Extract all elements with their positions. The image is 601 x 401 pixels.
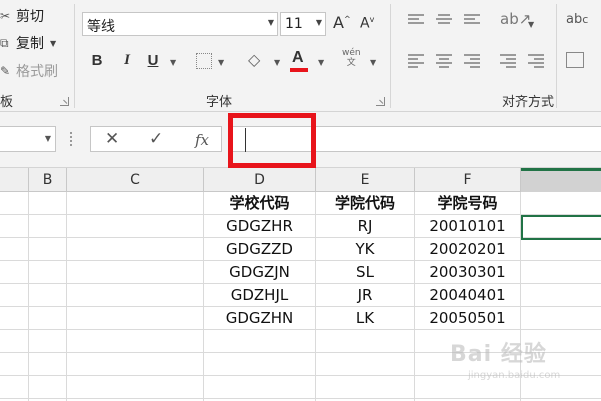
cut-label: 剪切 <box>16 9 44 25</box>
table-cell[interactable]: 20040401 <box>415 284 520 307</box>
decrease-indent-icon[interactable] <box>500 54 516 68</box>
annotation-highlight-box <box>228 113 316 168</box>
clipboard-launcher-icon[interactable] <box>60 97 69 106</box>
font-size-value: 11 <box>285 16 303 32</box>
font-group-label: 字体 <box>206 95 233 110</box>
column-header-b[interactable]: B <box>29 168 67 192</box>
phonetic-label: wén <box>342 48 361 58</box>
font-size-combo[interactable]: 11 ▼ <box>280 12 326 36</box>
align-top-icon[interactable] <box>408 14 424 28</box>
font-name-value: 等线 <box>87 19 115 35</box>
phonetic-button[interactable]: wén 文 <box>342 48 361 68</box>
align-bottom-icon[interactable] <box>464 14 480 28</box>
align-middle-icon[interactable] <box>436 14 452 28</box>
chevron-down-icon[interactable]: ▼ <box>274 58 280 67</box>
paintbrush-icon: ✎ <box>0 64 11 78</box>
column-header-f[interactable]: F <box>415 168 521 192</box>
chevron-down-icon[interactable]: ▼ <box>218 58 224 67</box>
table-cell[interactable]: 20010101 <box>415 215 520 238</box>
formula-buttons: ✕ ✓ fx <box>90 126 222 152</box>
group-divider <box>556 4 557 108</box>
table-cell[interactable]: RJ <box>316 215 414 238</box>
chevron-down-icon[interactable]: ▼ <box>370 58 376 67</box>
watermark-subtext: jingyan.baidu.com <box>468 370 561 381</box>
grid-line <box>0 398 601 399</box>
ribbon: ✂ 剪切 ⧉ 复制 ▼ ✎ 格式刷 板 等线 ▼ 11 ▼ A^ Av B I … <box>0 0 601 112</box>
align-right-icon[interactable] <box>464 54 480 68</box>
wrap-text-label: ab <box>566 12 583 27</box>
table-cell[interactable]: SL <box>316 261 414 284</box>
chevron-down-icon[interactable]: ▼ <box>316 18 322 27</box>
grid-line <box>28 192 29 401</box>
table-header-cell[interactable]: 学院号码 <box>415 192 520 215</box>
underline-button[interactable]: U <box>146 52 160 69</box>
borders-icon[interactable] <box>196 53 212 69</box>
chevron-down-icon[interactable]: ▼ <box>50 39 56 48</box>
table-cell[interactable]: GDGZHR <box>204 215 315 238</box>
enter-icon[interactable]: ✓ <box>149 129 163 149</box>
copy-button[interactable]: ⧉ 复制 ▼ <box>0 33 56 53</box>
chevron-down-icon[interactable]: ▼ <box>170 58 176 67</box>
group-divider <box>390 4 391 108</box>
shrink-font-button[interactable]: Av <box>360 15 374 32</box>
column-header-e[interactable]: E <box>316 168 415 192</box>
font-name-combo[interactable]: 等线 ▼ <box>82 12 278 36</box>
italic-button[interactable]: I <box>120 52 134 69</box>
shrink-font-label: A <box>360 15 370 32</box>
watermark-text: Bai 经验 <box>450 342 547 367</box>
table-cell[interactable]: 20050501 <box>415 307 520 330</box>
font-color-swatch <box>290 68 308 72</box>
name-box[interactable]: ▼ <box>0 126 56 152</box>
chevron-down-icon[interactable]: ▼ <box>268 18 274 27</box>
fill-color-icon[interactable]: ◇ <box>248 50 260 69</box>
table-cell[interactable]: LK <box>316 307 414 330</box>
column-header-row: B C D E F <box>0 168 601 192</box>
column-header-d[interactable]: D <box>204 168 316 192</box>
scissors-icon: ✂ <box>0 9 11 23</box>
insert-function-button[interactable]: fx <box>195 131 209 149</box>
copy-icon: ⧉ <box>0 35 9 50</box>
merge-center-icon[interactable] <box>566 52 584 68</box>
increase-indent-icon[interactable] <box>528 54 544 68</box>
splitter-handle[interactable] <box>70 132 72 146</box>
alignment-group-label: 对齐方式 <box>502 95 555 110</box>
table-cell[interactable]: GDZHJL <box>204 284 315 307</box>
column-header-g[interactable] <box>521 168 601 192</box>
bold-button[interactable]: B <box>90 52 104 69</box>
cut-button[interactable]: ✂ 剪切 <box>0 6 44 26</box>
format-painter-label: 格式刷 <box>16 64 58 80</box>
selected-column-indicator <box>521 168 601 171</box>
chevron-down-icon[interactable]: ▼ <box>528 20 534 29</box>
align-center-icon[interactable] <box>436 54 452 68</box>
orientation-icon[interactable]: ab↗ <box>500 10 531 28</box>
format-painter-button[interactable]: ✎ 格式刷 <box>0 61 58 81</box>
chevron-down-icon[interactable]: ▼ <box>318 58 324 67</box>
table-cell[interactable]: 20030301 <box>415 261 520 284</box>
clipboard-group-label: 板 <box>0 95 14 110</box>
grow-font-button[interactable]: A^ <box>333 13 351 32</box>
wrap-text-button[interactable]: abc <box>566 12 588 27</box>
table-header-cell[interactable]: 学院代码 <box>316 192 414 215</box>
active-cell-cursor[interactable] <box>521 215 601 240</box>
column-header-c[interactable]: C <box>67 168 204 192</box>
group-divider <box>74 4 75 108</box>
table-cell[interactable]: GDGZJN <box>204 261 315 284</box>
font-color-label: A <box>292 49 304 66</box>
chevron-down-icon[interactable]: ▼ <box>45 134 51 143</box>
align-left-icon[interactable] <box>408 54 424 68</box>
table-cell[interactable]: YK <box>316 238 414 261</box>
table-cell[interactable]: GDGZHN <box>204 307 315 330</box>
font-launcher-icon[interactable] <box>376 97 385 106</box>
cancel-icon[interactable]: ✕ <box>105 129 119 149</box>
copy-label: 复制 <box>16 36 44 52</box>
watermark: Bai 经验 jingyan.baidu.com <box>450 330 600 390</box>
column-header-partial[interactable] <box>0 168 29 192</box>
grow-font-label: A <box>333 13 344 32</box>
table-cell[interactable]: JR <box>316 284 414 307</box>
font-color-button[interactable]: A <box>292 49 304 67</box>
table-cell[interactable]: GDGZZD <box>204 238 315 261</box>
grid-line <box>66 192 67 401</box>
table-header-cell[interactable]: 学校代码 <box>204 192 315 215</box>
table-cell[interactable]: 20020201 <box>415 238 520 261</box>
